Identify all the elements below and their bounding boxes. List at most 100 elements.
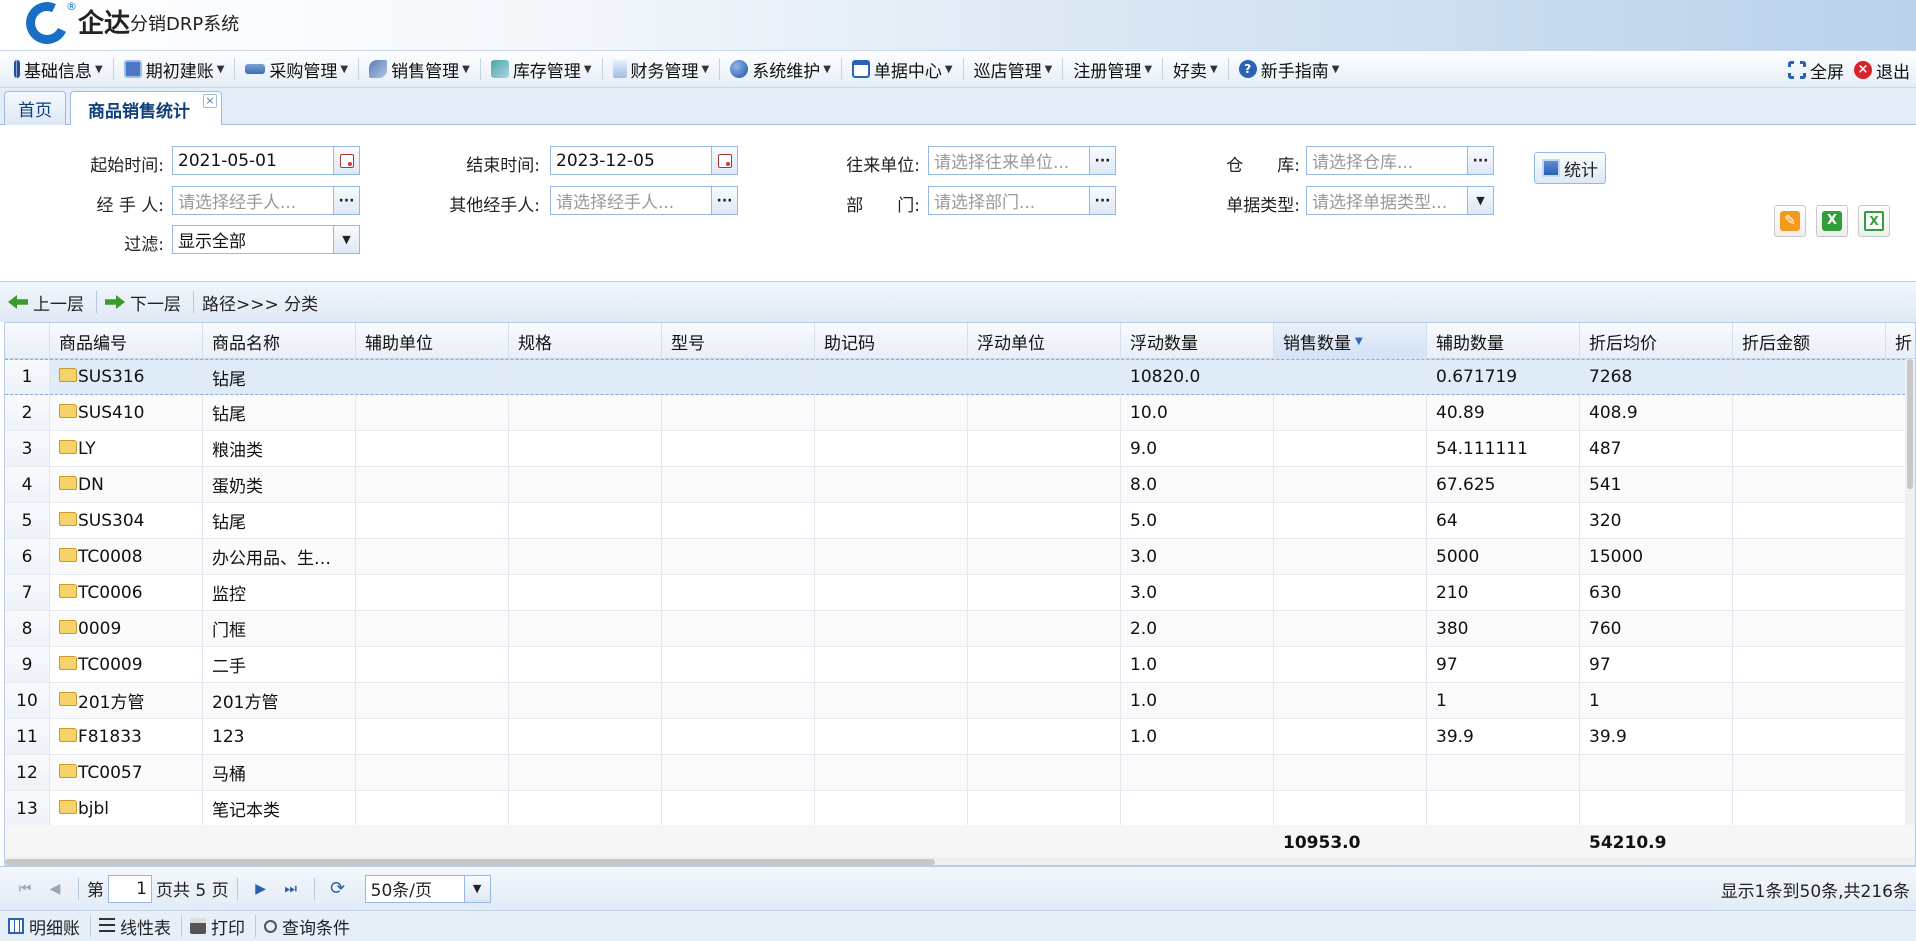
cell-empty [968, 467, 1121, 502]
cell-amount: 408.9 [1580, 395, 1733, 430]
cell-sales-qty: 8.0 [1121, 467, 1274, 502]
menu-inventory[interactable]: 库存管理 ▼ [485, 54, 598, 84]
partner-field[interactable]: 请选择往来单位... ··· [928, 146, 1116, 175]
ellipsis-icon[interactable]: ··· [1089, 147, 1115, 174]
department-field[interactable]: 请选择部门... ··· [928, 186, 1116, 215]
column-header[interactable]: 折 [1886, 323, 1915, 359]
menu-store-patrol[interactable]: 巡店管理 ▼ [968, 54, 1059, 84]
cell-empty [356, 755, 509, 790]
handler-field[interactable]: 请选择经手人... ··· [172, 186, 360, 215]
page-size-select[interactable]: 50条/页 ▼ [364, 874, 491, 903]
refresh-icon[interactable]: ⟳ [329, 878, 347, 899]
menu-beginner-guide[interactable]: ? 新手指南 ▼ [1233, 54, 1346, 84]
up-level-button[interactable]: 上一层 [8, 290, 84, 315]
caret-down-icon: ▼ [1331, 63, 1340, 75]
vertical-scrollbar[interactable] [1905, 359, 1915, 825]
column-header[interactable]: 型号 [662, 323, 815, 359]
menu-purchase[interactable]: 采购管理 ▼ [239, 54, 354, 84]
down-level-button[interactable]: 下一层 [105, 290, 181, 315]
column-header[interactable]: 规格 [509, 323, 662, 359]
filter-select[interactable]: 显示全部 ▼ [172, 225, 360, 254]
table-row[interactable]: 11 F81833 123 1.0 39.9 39.9 [5, 719, 1905, 755]
separator [96, 291, 97, 313]
menu-opening-account[interactable]: 期初建账 ▼ [118, 54, 231, 84]
table-row[interactable]: 5 SUS304 钻尾 5.0 64 320 [5, 503, 1905, 539]
column-header-sorted[interactable]: 销售数量 ▼ [1274, 323, 1427, 359]
pagination-bar: ⏮ ◀ 第 1 页共 5 页 ▶ ⏭ ⟳ 50条/页 ▼ 显示1条到50条,共2… [0, 866, 1916, 910]
chevron-down-icon[interactable]: ▼ [333, 226, 359, 253]
tab-close-icon[interactable]: × [203, 94, 217, 108]
chevron-down-icon[interactable]: ▼ [1467, 187, 1493, 214]
table-row[interactable]: 10 201方管 201方管 1.0 1 1 [5, 683, 1905, 719]
column-header[interactable]: 浮动单位 [968, 323, 1121, 359]
cell-empty [509, 395, 662, 430]
menu-system[interactable]: 系统维护 ▼ [724, 54, 837, 84]
folder-icon [59, 799, 77, 814]
table-row[interactable]: 9 TC0009 二手 1.0 97 97 [5, 647, 1905, 683]
table-row[interactable]: 3 LY 粮油类 9.0 54.111111 487 [5, 431, 1905, 467]
product-code-text: 201方管 [78, 693, 145, 713]
fullscreen-button[interactable]: 全屏 [1788, 55, 1844, 85]
settings-tool-icon[interactable]: ✎ [1774, 205, 1806, 237]
cell-amount: 7268 [1580, 360, 1733, 394]
column-header[interactable]: 折后均价 [1580, 323, 1733, 359]
column-header[interactable]: 辅助单位 [356, 323, 509, 359]
query-conditions-button[interactable]: 查询条件 [264, 914, 350, 939]
ellipsis-icon[interactable]: ··· [1467, 147, 1493, 174]
end-time-field[interactable]: 2023-12-05 [550, 146, 738, 175]
export-excel-icon[interactable]: X [1816, 205, 1848, 237]
cell-empty [356, 683, 509, 718]
ellipsis-icon[interactable]: ··· [711, 187, 737, 214]
tab-sales-statistics[interactable]: 商品销售统计 × [70, 91, 222, 126]
ellipsis-icon[interactable]: ··· [333, 187, 359, 214]
prev-page-icon[interactable]: ◀ [46, 880, 64, 898]
cell-empty [509, 791, 662, 826]
start-time-field[interactable]: 2021-05-01 [172, 146, 360, 175]
table-row[interactable]: 1 SUS316 钻尾 10820.0 0.671719 7268 [5, 359, 1905, 395]
table-row[interactable]: 13 bjbl 笔记本类 [5, 791, 1905, 827]
statistics-button[interactable]: 统计 [1534, 152, 1606, 184]
next-page-icon[interactable]: ▶ [252, 880, 270, 898]
last-page-icon[interactable]: ⏭ [282, 880, 300, 898]
table-row[interactable]: 4 DN 蛋奶类 8.0 67.625 541 [5, 467, 1905, 503]
table-row[interactable]: 6 TC0008 办公用品、生… 3.0 5000 15000 [5, 539, 1905, 575]
other-handler-field[interactable]: 请选择经手人... ··· [550, 186, 738, 215]
first-page-icon[interactable]: ⏮ [16, 880, 34, 898]
table-row[interactable]: 2 SUS410 钻尾 10.0 40.89 408.9 [5, 395, 1905, 431]
page-number-input[interactable]: 1 [108, 874, 152, 903]
column-header[interactable]: 辅助数量 [1427, 323, 1580, 359]
warehouse-field[interactable]: 请选择仓库... ··· [1306, 146, 1494, 175]
tab-home[interactable]: 首页 [4, 91, 66, 125]
menu-haomai[interactable]: 好卖 ▼ [1167, 54, 1224, 84]
menu-sales[interactable]: 销售管理 ▼ [363, 54, 476, 84]
print-button[interactable]: 打印 [190, 914, 245, 939]
table-row[interactable]: 12 TC0057 马桶 [5, 755, 1905, 791]
cell-empty [968, 503, 1121, 538]
logout-button[interactable]: × 退出 [1854, 55, 1910, 85]
horizontal-scrollbar[interactable] [5, 857, 1915, 865]
menu-document-center[interactable]: 单据中心 ▼ [846, 54, 959, 84]
table-row[interactable]: 7 TC0006 监控 3.0 210 630 [5, 575, 1905, 611]
column-header[interactable]: 助记码 [815, 323, 968, 359]
app-header: ® 企达 分销DRP系统 [0, 0, 1916, 50]
product-code-text: SUS316 [78, 367, 145, 387]
menu-finance[interactable]: 财务管理 ▼ [607, 54, 716, 84]
calendar-icon[interactable] [333, 147, 359, 174]
column-header[interactable]: 商品名称 [203, 323, 356, 359]
caret-down-icon: ▼ [1144, 63, 1153, 75]
table-row[interactable]: 8 0009 门框 2.0 380 760 [5, 611, 1905, 647]
menu-basic-info[interactable]: 基础信息 ▼ [8, 54, 109, 84]
menu-registration[interactable]: 注册管理 ▼ [1067, 54, 1158, 84]
detail-ledger-button[interactable]: 明细账 [8, 914, 80, 939]
ellipsis-icon[interactable]: ··· [1089, 187, 1115, 214]
column-header[interactable]: 商品编号 [50, 323, 203, 359]
chevron-down-icon[interactable]: ▼ [463, 875, 490, 902]
export-excel-all-icon[interactable]: X [1858, 205, 1890, 237]
cell-empty [1274, 395, 1427, 430]
column-header[interactable]: 浮动数量 [1121, 323, 1274, 359]
calendar-icon[interactable] [711, 147, 737, 174]
column-header[interactable]: 折后金额 [1733, 323, 1886, 359]
cell-product-name: 钻尾 [203, 395, 356, 430]
line-table-button[interactable]: 线性表 [99, 914, 171, 939]
doc-type-select[interactable]: 请选择单据类型... ▼ [1306, 186, 1494, 215]
